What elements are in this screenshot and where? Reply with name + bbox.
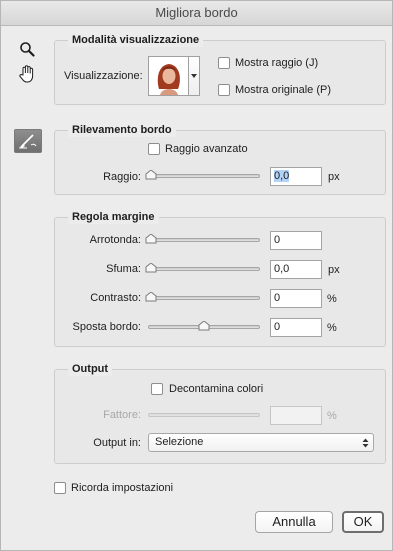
smooth-slider-thumb[interactable] [145,234,157,244]
feather-input[interactable]: 0,0 [270,260,322,279]
contrast-unit: % [327,293,337,305]
amount-label: Fattore: [103,409,141,421]
view-mode-legend: Modalità visualizzazione [68,33,204,47]
hand-icon[interactable] [17,63,37,85]
output-to-select[interactable]: Selezione [148,433,374,452]
output-legend: Output [68,362,113,376]
remember-settings-label: Ricorda impostazioni [71,482,174,494]
feather-label: Sfuma: [106,263,141,275]
updown-arrows-icon [362,438,369,448]
shift-edge-slider-thumb[interactable] [198,321,210,331]
amount-unit: % [327,410,337,422]
ok-button[interactable]: OK [342,511,384,533]
adjust-edge-legend: Regola margine [68,210,159,224]
output-to-value: Selezione [155,436,204,448]
output-to-label: Output in: [93,437,141,449]
view-label: Visualizzazione: [64,70,143,82]
show-radius-checkbox[interactable] [218,57,230,69]
radius-value: 0,0 [274,170,290,182]
decontaminate-label: Decontamina colori [169,383,264,395]
smart-radius-checkbox[interactable] [148,143,160,155]
show-original-label: Mostra originale (P) [235,84,331,96]
radius-unit: px [328,171,340,183]
show-radius-label: Mostra raggio (J) [235,57,319,69]
shift-edge-label: Sposta bordo: [72,321,142,333]
remember-settings-checkbox[interactable] [54,482,66,494]
chevron-down-icon [191,74,197,78]
edge-detection-group: Rilevamento bordo [54,123,386,195]
amount-input [270,406,322,425]
shift-edge-input[interactable]: 0 [270,318,322,337]
edge-detection-legend: Rilevamento bordo [68,123,176,137]
shift-edge-unit: % [327,322,337,334]
refine-radius-brush-icon[interactable] [14,129,42,153]
zoom-icon[interactable] [17,39,37,59]
radius-slider-track[interactable] [148,174,260,178]
feather-slider-track[interactable] [148,267,260,271]
cancel-button[interactable]: Annulla [255,511,333,533]
radius-slider-thumb[interactable] [145,170,157,180]
feather-slider-thumb[interactable] [145,263,157,273]
view-select[interactable] [148,56,200,96]
smooth-slider-track[interactable] [148,238,260,242]
view-dropdown[interactable] [189,56,200,96]
smart-radius-label: Raggio avanzato [165,143,248,155]
contrast-label: Contrasto: [90,292,141,304]
smooth-input[interactable]: 0 [270,231,322,250]
feather-unit: px [328,264,340,276]
window-title: Migliora bordo [1,1,392,26]
refine-edge-dialog: Migliora bordo Modalità visualizzazione … [0,0,393,551]
contrast-slider-thumb[interactable] [145,292,157,302]
amount-slider-track [148,413,260,417]
decontaminate-checkbox[interactable] [151,383,163,395]
radius-input[interactable]: 0,0 [270,167,322,186]
contrast-slider-track[interactable] [148,296,260,300]
contrast-input[interactable]: 0 [270,289,322,308]
show-original-checkbox[interactable] [218,84,230,96]
radius-label: Raggio: [103,171,141,183]
smooth-label: Arrotonda: [89,234,141,246]
view-thumbnail [148,56,189,96]
